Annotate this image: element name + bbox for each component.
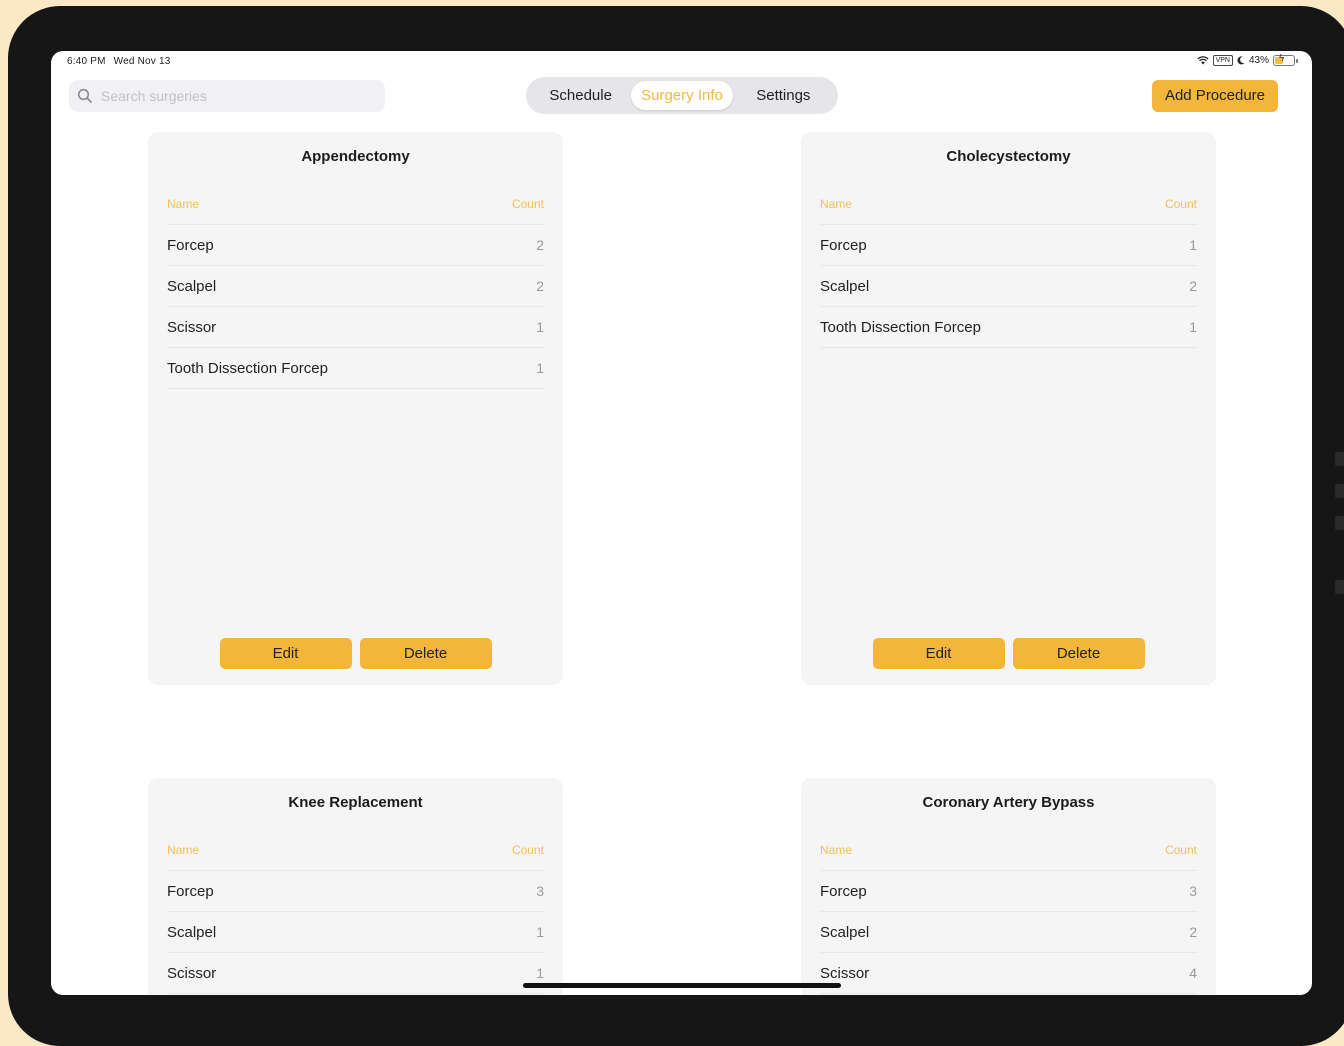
search-icon — [77, 88, 92, 103]
instrument-count: 2 — [536, 237, 544, 253]
instrument-name: Forcep — [167, 882, 214, 900]
table-row[interactable]: Scalpel 2 — [167, 266, 544, 307]
instrument-name: Forcep — [167, 236, 214, 254]
instrument-count: 1 — [536, 924, 544, 940]
card-actions: Edit Delete — [801, 638, 1216, 669]
tab-surgery-info[interactable]: Surgery Info — [631, 81, 733, 110]
table-row[interactable]: Scissor 4 — [820, 953, 1197, 994]
instrument-table: Name Count Forcep 3 Scalpel 2 Scissor 4 — [820, 830, 1197, 994]
table-header: Name Count — [820, 830, 1197, 871]
procedure-title: Cholecystectomy — [946, 148, 1071, 165]
instrument-count: 1 — [1189, 237, 1197, 253]
column-header-name: Name — [167, 197, 200, 211]
instrument-table: Name Count Forcep 1 Scalpel 2 Tooth Dissec… — [820, 184, 1197, 348]
instrument-name: Tooth Dissection Forcep — [820, 318, 981, 336]
instrument-name: Scalpel — [820, 923, 870, 941]
instrument-name: Scalpel — [167, 277, 217, 295]
procedure-card-knee-replacement: Knee Replacement Name Count Forcep 3 Scal… — [148, 778, 563, 995]
card-actions: Edit Delete — [148, 638, 563, 669]
instrument-count: 2 — [1189, 278, 1197, 294]
instrument-count: 4 — [1189, 965, 1197, 981]
table-header: Name Count — [167, 830, 544, 871]
column-header-name: Name — [820, 197, 853, 211]
column-header-count: Count — [1164, 197, 1197, 211]
procedure-card-coronary-artery-bypass: Coronary Artery Bypass Name Count Forcep… — [801, 778, 1216, 995]
instrument-count: 1 — [536, 360, 544, 376]
table-row[interactable]: Scalpel 2 — [820, 912, 1197, 953]
vpn-badge: VPN — [1212, 55, 1233, 66]
side-button — [1335, 580, 1344, 594]
table-row[interactable]: Forcep 2 — [167, 225, 544, 266]
column-header-count: Count — [511, 843, 544, 857]
table-row[interactable]: Scissor 1 — [167, 307, 544, 348]
tab-schedule[interactable]: Schedule — [530, 81, 631, 110]
column-header-count: Count — [511, 197, 544, 211]
instrument-count: 3 — [1189, 883, 1197, 899]
status-bar-right: VPN 43% ϟ — [1197, 53, 1298, 66]
instrument-name: Tooth Dissection Forcep — [167, 359, 328, 377]
instrument-count: 1 — [536, 319, 544, 335]
table-row[interactable]: Forcep 3 — [167, 871, 544, 912]
home-indicator[interactable] — [523, 983, 841, 988]
instrument-name: Forcep — [820, 236, 867, 254]
tab-settings[interactable]: Settings — [733, 81, 834, 110]
procedure-card-cholecystectomy: Cholecystectomy Name Count Forcep 1 Scalp… — [801, 132, 1216, 685]
instrument-name: Scalpel — [820, 277, 870, 295]
procedure-title: Coronary Artery Bypass — [922, 794, 1095, 811]
side-button — [1335, 484, 1344, 498]
instrument-count: 1 — [536, 965, 544, 981]
moon-icon — [1237, 56, 1245, 65]
tab-bar: Schedule Surgery Info Settings — [526, 77, 838, 114]
status-time: 6:40 PM — [67, 56, 106, 67]
column-header-name: Name — [167, 843, 200, 857]
wifi-icon — [1197, 56, 1209, 65]
procedure-title: Knee Replacement — [288, 794, 423, 811]
table-row[interactable]: Forcep 3 — [820, 871, 1197, 912]
instrument-count: 3 — [536, 883, 544, 899]
procedure-card-appendectomy: Appendectomy Name Count Forcep 2 Scalpel 2… — [148, 132, 563, 685]
table-row[interactable]: Scalpel 2 — [820, 266, 1197, 307]
edit-button[interactable]: Edit — [872, 638, 1005, 669]
table-row[interactable]: Scissor 1 — [167, 953, 544, 994]
column-header-name: Name — [820, 843, 853, 857]
edit-button[interactable]: Edit — [219, 638, 352, 669]
instrument-count: 2 — [1189, 924, 1197, 940]
status-date: Wed Nov 13 — [113, 56, 171, 67]
delete-button[interactable]: Delete — [359, 638, 492, 669]
side-button — [1335, 452, 1344, 466]
table-row[interactable]: Tooth Dissection Forcep 1 — [167, 348, 544, 389]
instrument-table: Name Count Forcep 2 Scalpel 2 Scissor 1 Too… — [167, 184, 544, 389]
table-row[interactable]: Tooth Dissection Forcep 1 — [820, 307, 1197, 348]
side-button — [1335, 516, 1344, 530]
battery-percent: 43% — [1248, 55, 1269, 66]
table-row[interactable]: Forcep 1 — [820, 225, 1197, 266]
table-row[interactable]: Scalpel 1 — [167, 912, 544, 953]
table-header: Name Count — [820, 184, 1197, 225]
column-header-count: Count — [1164, 843, 1197, 857]
status-bar-left: 6:40 PM Wed Nov 13 — [67, 56, 171, 67]
add-procedure-button[interactable]: Add Procedure — [1152, 80, 1278, 112]
instrument-name: Scissor — [820, 964, 870, 982]
instrument-count: 2 — [536, 278, 544, 294]
search-bar[interactable] — [69, 80, 385, 112]
table-header: Name Count — [167, 184, 544, 225]
search-input[interactable] — [99, 87, 373, 105]
procedure-title: Appendectomy — [301, 148, 410, 165]
instrument-name: Scissor — [167, 318, 217, 336]
delete-button[interactable]: Delete — [1012, 638, 1145, 669]
instrument-name: Forcep — [820, 882, 867, 900]
battery-icon: ϟ — [1273, 53, 1295, 66]
instrument-count: 1 — [1189, 319, 1197, 335]
instrument-table: Name Count Forcep 3 Scalpel 1 Scissor 1 — [167, 830, 544, 994]
instrument-name: Scalpel — [167, 923, 217, 941]
instrument-name: Scissor — [167, 964, 217, 982]
app-screen: 6:40 PM Wed Nov 13 VPN 43% ϟ Schedule Sur… — [51, 51, 1312, 995]
